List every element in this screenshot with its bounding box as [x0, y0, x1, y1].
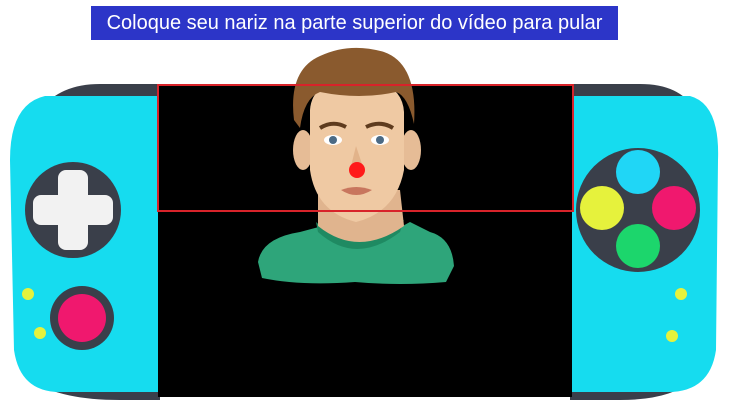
game-screen: Coloque seu nariz na parte superior do v…: [0, 0, 729, 417]
jump-target-zone: [157, 84, 574, 212]
instruction-banner: Coloque seu nariz na parte superior do v…: [91, 6, 618, 40]
